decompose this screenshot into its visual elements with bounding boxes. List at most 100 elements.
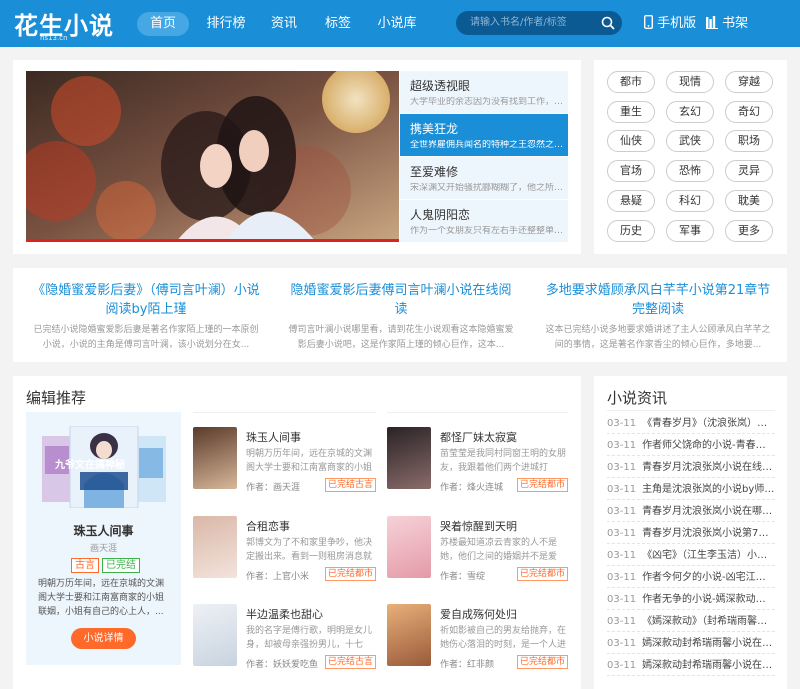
tag-button[interactable]: 悬疑 <box>607 190 655 212</box>
book-cover[interactable] <box>387 516 431 578</box>
book-item[interactable]: 合租恋事 郭博文为了不和家里争吵，他决定搬出来。看到一则租房消息就去... 作者… <box>193 516 376 605</box>
tag-button[interactable]: 恐怖 <box>666 160 714 182</box>
nav-news[interactable]: 资讯 <box>263 12 305 36</box>
slider-item-title: 超级透视眼 <box>410 79 471 93</box>
book-desc: 苏楼最知道凉云青家的人不是她，他们之间的婚姻并不是爱情... <box>440 538 558 562</box>
bookshelf-link[interactable]: 书架 <box>706 13 748 35</box>
book-badge: 已完结都市 <box>324 567 376 581</box>
book-author: 作者：妖妖爱吃鱼 <box>246 660 319 670</box>
news-item[interactable]: 03-11 青春岁月沈浪张岚小说在线阅读 <box>607 457 775 478</box>
book-title[interactable]: 爱自成殇何处归 <box>440 606 517 622</box>
tag-button[interactable]: 奇幻 <box>725 101 773 123</box>
news-item[interactable]: 03-11 主角是沈浪张岚的小说by师父... <box>607 479 775 500</box>
book-badge: 已完结都市 <box>516 567 568 581</box>
nav-library[interactable]: 小说库 <box>371 12 423 36</box>
nav-tags[interactable]: 标签 <box>317 12 359 36</box>
search-icon[interactable] <box>601 16 615 30</box>
book-cover[interactable] <box>193 427 237 489</box>
news-title[interactable]: 嫣深款动封希瑞雨馨小说在哪... <box>642 660 775 671</box>
featured-article[interactable]: 《隐婚蜜爱影后妻》（傅司言叶澜）小说阅读by陌上瑾 已完结小说隐婚蜜爱影后妻是著… <box>32 281 260 353</box>
featured-title[interactable]: 隐婚蜜爱影后妻傅司言叶澜小说在线阅读 <box>287 281 515 319</box>
news-date: 03-11 <box>607 462 637 473</box>
book-title[interactable]: 半边温柔也甜心 <box>246 606 323 622</box>
news-item[interactable]: 03-11 青春岁月沈浪张岚小说在哪看-... <box>607 501 775 522</box>
news-title[interactable]: 作者今何夕的小说-凶宅江生李... <box>642 572 775 583</box>
slider-item[interactable]: 至爱难修 宋深渊又开始骚扰郦糊糊了，他之所以... <box>400 157 568 200</box>
main-book-author: 画天涯 <box>89 544 117 554</box>
tag-button[interactable]: 耽美 <box>725 190 773 212</box>
news-title[interactable]: 作者无争的小说-嫣深款动封希... <box>642 594 775 605</box>
nav-home[interactable]: 首页 <box>137 12 189 36</box>
search-box[interactable]: 请输入书名/作者/标签 <box>456 11 622 35</box>
news-item[interactable]: 03-11 作者今何夕的小说-凶宅江生李... <box>607 567 775 588</box>
featured-title[interactable]: 多地要求婚顾承风白芊芊小说第21章节完整阅读 <box>542 281 774 319</box>
search-input[interactable]: 请输入书名/作者/标签 <box>470 11 567 35</box>
featured-desc: 这本已完结小说多地要求婚讲述了主人公顾承风白芊芊之间的事情，这是著名作家香尘的倾… <box>545 325 771 350</box>
divider <box>193 412 376 413</box>
book-item[interactable]: 半边温柔也甜心 我的名字是傅行歌，明明是女儿身，却被母亲强扮男儿，十七年... … <box>193 604 376 689</box>
main-book-title[interactable]: 珠玉人间事 <box>26 522 181 539</box>
news-item[interactable]: 03-11 作者师父饶命的小说-青春岁月... <box>607 435 775 456</box>
book-title[interactable]: 哭着惊醒到天明 <box>440 518 517 534</box>
news-item[interactable]: 03-11 青春岁月沈浪张岚小说第7章节... <box>607 523 775 544</box>
slider-item-desc: 全世界雇佣兵闻名的特种之王忽然之间... <box>410 140 568 150</box>
tag-button[interactable]: 科幻 <box>666 190 714 212</box>
featured-article[interactable]: 隐婚蜜爱影后妻傅司言叶澜小说在线阅读 傅司言叶澜小说哪里看，请到花生小说观看这本… <box>287 281 515 353</box>
news-item[interactable]: 03-11 《凶宅》（江生李玉洁）小说... <box>607 545 775 566</box>
nav-ranking[interactable]: 排行榜 <box>197 12 255 36</box>
news-title[interactable]: 主角是沈浪张岚的小说by师父... <box>642 484 775 495</box>
tag-button[interactable]: 历史 <box>607 220 655 242</box>
tag-button[interactable]: 武侠 <box>666 130 714 152</box>
news-title[interactable]: 作者师父饶命的小说-青春岁月... <box>642 440 775 451</box>
book-title[interactable]: 珠玉人间事 <box>246 429 301 445</box>
slider-banner-image[interactable] <box>26 71 399 242</box>
news-date: 03-11 <box>607 572 637 583</box>
news-item[interactable]: 03-11 《嫣深款动》（封希瑞雨馨）... <box>607 611 775 632</box>
news-title[interactable]: 青春岁月沈浪张岚小说在哪看-... <box>642 506 775 517</box>
tag-button[interactable]: 职场 <box>725 130 773 152</box>
genre-badge: 古言 <box>71 558 99 573</box>
tag-button[interactable]: 重生 <box>607 101 655 123</box>
news-title[interactable]: 《凶宅》（江生李玉洁）小说... <box>642 550 775 561</box>
news-item[interactable]: 03-11 《青春岁月》（沈浪张岚）小... <box>607 413 775 434</box>
book-cover[interactable] <box>387 427 431 489</box>
news-item[interactable]: 03-11 作者无争的小说-嫣深款动封希... <box>607 589 775 610</box>
news-title[interactable]: 嫣深款动封希瑞雨馨小说在线... <box>642 638 775 649</box>
book-item[interactable]: 哭着惊醒到天明 苏楼最知道凉云青家的人不是她，他们之间的婚姻并不是爱情... 作… <box>387 516 568 605</box>
mobile-link[interactable]: 手机版 <box>643 13 696 35</box>
tag-button[interactable]: 军事 <box>666 220 714 242</box>
news-title[interactable]: 青春岁月沈浪张岚小说在线阅读 <box>642 462 775 473</box>
site-logo[interactable]: 花生小说 hs13.cn <box>14 4 113 42</box>
news-title[interactable]: 《嫣深款动》（封希瑞雨馨）... <box>642 616 775 627</box>
slider-item[interactable]: 人鬼阴阳恋 作为一个女朋友只有左右手还整整单身... <box>400 200 568 243</box>
tag-button[interactable]: 灵异 <box>725 160 773 182</box>
tag-button[interactable]: 更多 <box>725 220 773 242</box>
tag-button[interactable]: 仙侠 <box>607 130 655 152</box>
book-title[interactable]: 都怪厂妹太寂寞 <box>440 429 517 445</box>
slider-item-desc: 宋深渊又开始骚扰郦糊糊了，他之所以... <box>410 183 568 193</box>
book-cover[interactable] <box>387 604 431 666</box>
tag-button[interactable]: 都市 <box>607 71 655 93</box>
book-badge: 已完结古言 <box>324 478 376 492</box>
editor-picks-heading: 编辑推荐 <box>26 389 87 407</box>
book-item[interactable]: 爱自成殇何处归 祈如影被自己的男友给抛弃，在她伤心落泪的时刻，是一个人进了...… <box>387 604 568 689</box>
book-cover[interactable] <box>193 604 237 666</box>
tag-button[interactable]: 官场 <box>607 160 655 182</box>
slider-item[interactable]: 超级透视眼 大学毕业的余志因为没有找到工作，求... <box>400 71 568 114</box>
tag-button[interactable]: 玄幻 <box>666 101 714 123</box>
news-item[interactable]: 03-11 嫣深款动封希瑞雨馨小说在线... <box>607 633 775 654</box>
tag-button[interactable]: 穿越 <box>725 71 773 93</box>
slider-item-active[interactable]: 携美狂龙 全世界雇佣兵闻名的特种之王忽然之间... <box>400 114 568 157</box>
news-title[interactable]: 青春岁月沈浪张岚小说第7章节... <box>642 528 775 539</box>
tag-button[interactable]: 现情 <box>666 71 714 93</box>
featured-desc: 已完结小说隐婚蜜爱影后妻是著名作家陌上瑾的一本原创小说，小说的主角是傅司言叶澜，… <box>33 325 259 350</box>
featured-title[interactable]: 《隐婚蜜爱影后妻》（傅司言叶澜）小说阅读by陌上瑾 <box>32 281 260 319</box>
featured-article[interactable]: 多地要求婚顾承风白芊芊小说第21章节完整阅读 这本已完结小说多地要求婚讲述了主人… <box>542 281 774 353</box>
book-item[interactable]: 都怪厂妹太寂寞 苗莹莹是我同村同窗王明的女朋友，我跟着他们两个进城打工，... … <box>387 427 568 516</box>
book-title[interactable]: 合租恋事 <box>246 518 290 534</box>
book-item[interactable]: 珠玉人间事 明朝万历年间，远在京城的文渊阁大学士要和江南富商家的小姐联... 作… <box>193 427 376 516</box>
book-detail-button[interactable]: 小说详情 <box>71 628 136 649</box>
book-cover[interactable] <box>193 516 237 578</box>
news-title[interactable]: 《青春岁月》（沈浪张岚）小... <box>642 418 775 429</box>
news-item[interactable]: 03-11 嫣深款动封希瑞雨馨小说在哪... <box>607 655 775 676</box>
